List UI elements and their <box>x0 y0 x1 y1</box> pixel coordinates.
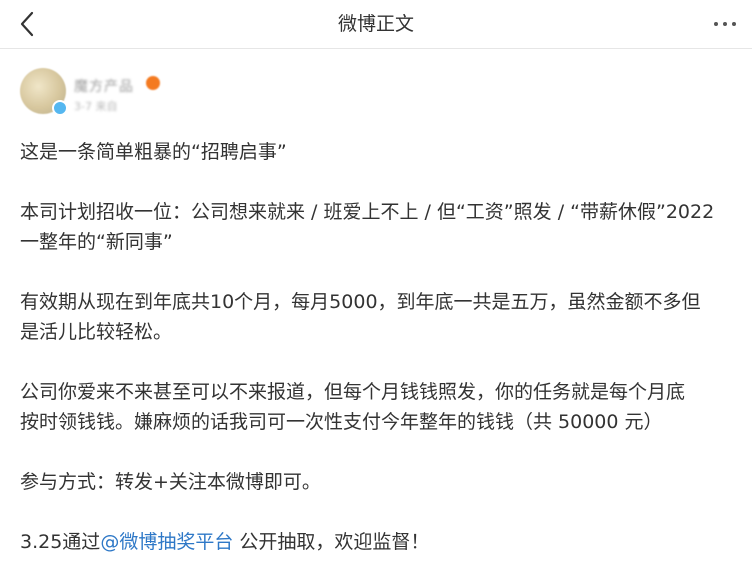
post-paragraph: 3.25通过@微博抽奖平台 公开抽取，欢迎监督！ <box>20 527 735 557</box>
post-content: 这是一条简单粗暴的“招聘启事” 本司计划招收一位：公司想来就来 / 班爱上不上 … <box>20 137 735 587</box>
post-meta: 3-7 来自 <box>74 100 118 113</box>
post-text: 参与方式：转发+关注本微博即可。 <box>20 471 321 493</box>
post-paragraph: 有效期从现在到年底共10个月，每月5000，到年底一共是五万，虽然金额不多但 是… <box>20 287 735 347</box>
verified-badge-icon <box>52 100 68 116</box>
post-text: 公开抽取，欢迎监督！ <box>233 531 430 553</box>
post-text: 有效期从现在到年底共10个月，每月5000，到年底一共是五万，虽然金额不多但 <box>20 291 701 313</box>
more-horizontal-icon <box>714 22 736 26</box>
post-text: 按时领钱钱。嫌麻烦的话我司可一次性支付今年整年的钱钱（共 50000 元） <box>20 411 663 433</box>
post-text: 本司计划招收一位：公司想来就来 / 班爱上不上 / 但“工资”照发 / “带薪休… <box>20 201 715 223</box>
mention-link[interactable]: @微博抽奖平台 <box>100 531 233 553</box>
post-author[interactable]: 魔方产品 3-7 来自 <box>20 66 420 116</box>
post-paragraph: 这是一条简单粗暴的“招聘启事” <box>20 137 735 167</box>
post-text: 3.25通过 <box>20 531 101 553</box>
post-text: 这是一条简单粗暴的“招聘启事” <box>20 141 287 163</box>
page-title: 微博正文 <box>337 13 414 35</box>
top-navigation-bar: 微博正文 <box>0 0 752 49</box>
post-text: 公司你爱来不来甚至可以不来报道，但每个月钱钱照发，你的任务就是每个月底 <box>20 381 686 403</box>
post-paragraph: 参与方式：转发+关注本微博即可。 <box>20 467 735 497</box>
post-paragraph: 本司计划招收一位：公司想来就来 / 班爱上不上 / 但“工资”照发 / “带薪休… <box>20 197 735 257</box>
author-name[interactable]: 魔方产品 <box>74 76 134 96</box>
more-options-button[interactable] <box>712 12 738 36</box>
member-badge-icon <box>146 76 160 90</box>
post-text: 是活儿比较轻松。 <box>20 321 173 343</box>
post-text: 一整年的“新同事” <box>20 231 173 253</box>
post-paragraph: 公司你爱来不来甚至可以不来报道，但每个月钱钱照发，你的任务就是每个月底 按时领钱… <box>20 377 735 437</box>
